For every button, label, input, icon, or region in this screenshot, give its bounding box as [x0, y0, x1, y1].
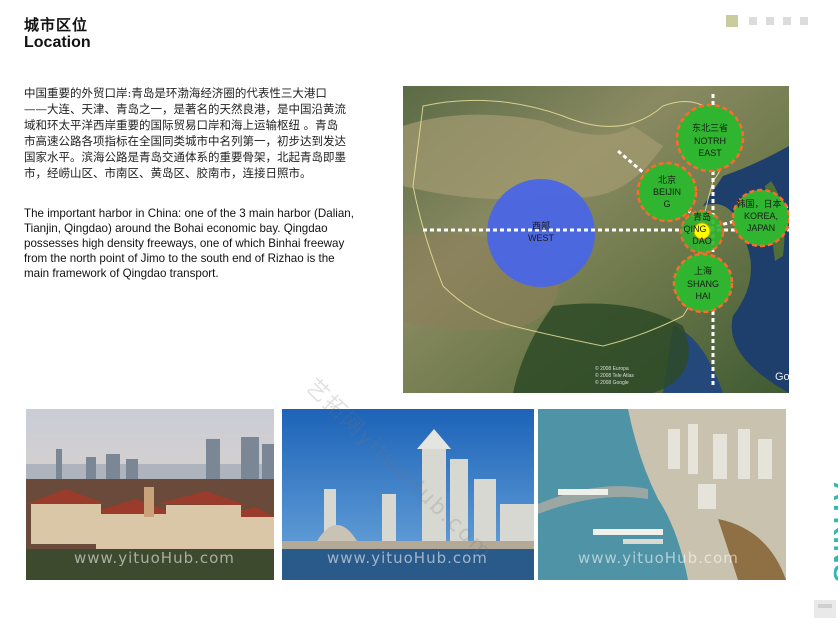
page-dot-4[interactable]: [783, 17, 791, 25]
label-shanghai-en1: SHANG: [687, 279, 719, 289]
label-shanghai-en2: HAI: [695, 291, 710, 301]
page-dot-2[interactable]: [749, 17, 757, 25]
label-west-cn: 西部: [532, 220, 550, 231]
label-northeast-cn: 东北三省: [692, 122, 728, 133]
page-dot-3[interactable]: [766, 17, 774, 25]
label-northeast-en1: NOTRH: [694, 136, 726, 146]
label-korea-en1: KOREA,: [744, 211, 778, 221]
description-en: The important harbor in China: one of th…: [24, 207, 354, 280]
page-title-cn: 城市区位: [24, 17, 89, 34]
map-credit-3: © 2008 Google: [595, 379, 629, 386]
map-credit-2: © 2008 Tele Atlas: [595, 372, 634, 379]
label-beijing-cn: 北京: [658, 174, 676, 185]
photo-watermark-1: www.yituoHub.com: [74, 549, 235, 567]
label-northeast-en2: EAST: [698, 148, 722, 158]
label-beijing-en2: G: [663, 199, 670, 209]
label-qingdao-en1: QING: [683, 224, 706, 234]
page-title-en: Location: [24, 34, 91, 51]
label-west-en: WEST: [528, 233, 555, 243]
label-qingdao-en2: DAO: [692, 236, 712, 246]
page-dot-1[interactable]: [726, 15, 738, 27]
corner-stamp: [810, 596, 840, 622]
photo-old-town: www.yituoHub.com: [26, 409, 274, 580]
map-provider-logo: Go: [775, 371, 789, 383]
label-korea-en2: JAPAN: [747, 223, 775, 233]
label-korea-cn: 韩国，日本: [736, 198, 781, 209]
description-cn: 中国重要的外贸口岸:青岛是环渤海经济圈的代表性三大港口——大连、天津、青岛之一，…: [24, 86, 346, 180]
label-beijing-en1: BEIJIN: [653, 187, 681, 197]
brand-name: ATKINS: [828, 482, 838, 583]
photo-watermark-3: www.yituoHub.com: [578, 549, 739, 567]
page-dot-5[interactable]: [800, 17, 808, 25]
location-map: 西部 WEST 东北三省 NOTRH EAST 北京 BEIJIN G 韩国，日…: [403, 86, 789, 393]
page-indicator: [726, 15, 808, 27]
photo-harbor: www.yituoHub.com: [538, 409, 786, 580]
map-credit-1: © 2008 Europa: [595, 365, 629, 372]
label-shanghai-cn: 上海: [694, 265, 712, 276]
label-qingdao-cn: 青岛: [693, 211, 711, 222]
